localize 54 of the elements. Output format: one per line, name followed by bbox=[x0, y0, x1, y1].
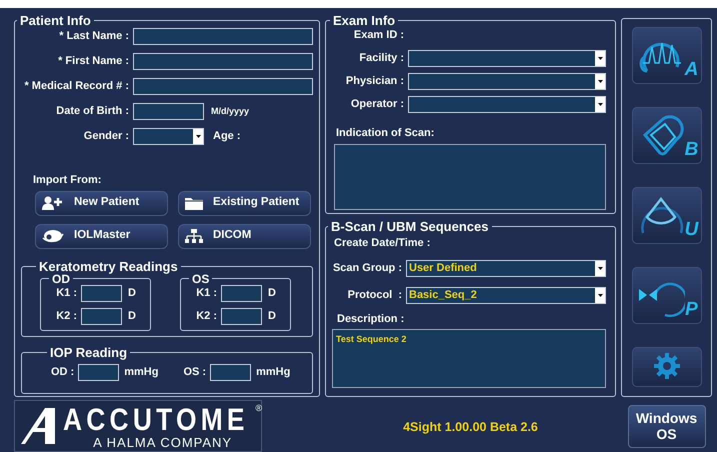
mode-button[interactable]: U bbox=[632, 187, 702, 244]
unit-label: mmHg bbox=[256, 364, 290, 380]
unit-label: D bbox=[268, 308, 276, 324]
section-title: IOP Reading bbox=[49, 346, 128, 358]
mode-button[interactable]: A bbox=[632, 27, 702, 84]
unit-label: mmHg bbox=[124, 364, 158, 380]
section-title: B-Scan / UBM Sequences bbox=[330, 220, 490, 233]
field-label: Exam ID : bbox=[352, 28, 404, 43]
field-label: Gender : bbox=[82, 129, 129, 144]
field-label: K1 : bbox=[55, 286, 77, 301]
field-label: Protocol : bbox=[346, 288, 402, 303]
field-label: Facility : bbox=[358, 50, 404, 66]
field-label: Description : bbox=[337, 312, 406, 326]
field-label: Date of Birth : bbox=[55, 104, 129, 120]
section-title: Patient Info bbox=[19, 14, 92, 27]
field-label: Physician : bbox=[344, 74, 404, 89]
field-label: Create Date/Time : bbox=[334, 236, 432, 251]
group-title: OD bbox=[52, 272, 70, 284]
logo-tagline: A HALMA COMPANY bbox=[93, 436, 232, 448]
field-label: K2 : bbox=[195, 308, 217, 324]
field-label: Indication of Scan: bbox=[336, 126, 436, 140]
field-label: * Last Name : bbox=[58, 29, 129, 44]
format-hint: M/d/yyyy bbox=[211, 104, 250, 118]
mode-button[interactable]: B bbox=[632, 107, 702, 164]
field-label: Age : bbox=[213, 129, 240, 144]
description-text: Test Sequence 2 bbox=[336, 334, 406, 344]
import-button[interactable]: DICOM bbox=[178, 224, 311, 248]
section-title: Exam Info bbox=[332, 14, 396, 27]
field-label: K2 : bbox=[55, 308, 77, 324]
import-button[interactable]: IOLMaster bbox=[35, 224, 168, 248]
field-label: OD : bbox=[51, 364, 74, 380]
group-title: OS bbox=[191, 272, 210, 284]
section-title: Keratometry Readings bbox=[38, 260, 179, 272]
logo-wordmark: ACCUTOME bbox=[63, 404, 249, 434]
import-button[interactable]: Existing Patient bbox=[178, 190, 311, 216]
version-text: 4Sight 1.00.00 Beta 2.6 bbox=[403, 419, 538, 436]
dropdown-field[interactable]: User Defined bbox=[406, 260, 606, 276]
import-button[interactable]: New Patient bbox=[35, 190, 168, 216]
unit-label: D bbox=[128, 286, 136, 301]
field-label: Operator : bbox=[350, 96, 404, 112]
field-label: Scan Group : bbox=[332, 260, 402, 276]
field-label: * Medical Record # : bbox=[23, 79, 129, 94]
unit-label: D bbox=[128, 308, 136, 324]
section-label: Import From: bbox=[33, 173, 102, 188]
unit-label: D bbox=[268, 286, 276, 301]
dropdown-value: User Defined bbox=[408, 260, 477, 276]
windows-os-button[interactable]: Windows OS bbox=[628, 405, 706, 448]
field-label: K1 : bbox=[195, 286, 217, 301]
field-label: * First Name : bbox=[57, 54, 129, 70]
registered-mark: ® bbox=[256, 404, 262, 412]
dropdown-field[interactable]: Basic_Seq_2 bbox=[406, 286, 606, 304]
field-label: OS : bbox=[183, 364, 206, 380]
mode-button[interactable]: P bbox=[632, 267, 702, 324]
dropdown-value: Basic_Seq_2 bbox=[408, 288, 477, 303]
